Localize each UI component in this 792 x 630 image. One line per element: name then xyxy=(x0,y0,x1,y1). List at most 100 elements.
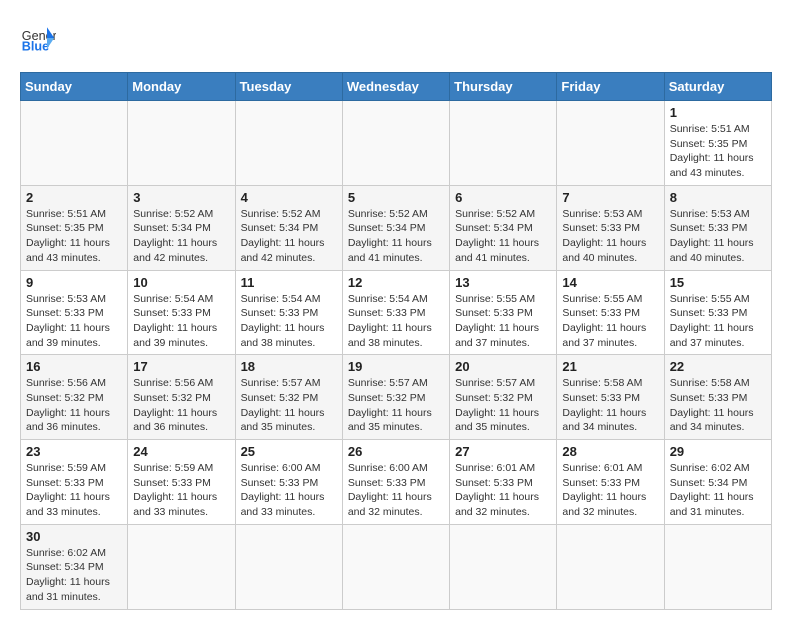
day-number: 3 xyxy=(133,190,229,205)
calendar-cell: 25 Sunrise: 6:00 AM Sunset: 5:33 PM Dayli… xyxy=(235,440,342,525)
day-number: 19 xyxy=(348,359,444,374)
calendar-cell: 10 Sunrise: 5:54 AM Sunset: 5:33 PM Dayli… xyxy=(128,270,235,355)
calendar-cell xyxy=(21,101,128,186)
calendar-cell: 24Sunrise: 5:59 AM Sunset: 5:33 PM Dayli… xyxy=(128,440,235,525)
calendar-cell: 20Sunrise: 5:57 AM Sunset: 5:32 PM Dayli… xyxy=(450,355,557,440)
calendar-cell: 7 Sunrise: 5:53 AM Sunset: 5:33 PM Daylig… xyxy=(557,185,664,270)
calendar-table: SundayMondayTuesdayWednesdayThursdayFrid… xyxy=(20,72,772,610)
calendar-week-row: 2 Sunrise: 5:51 AM Sunset: 5:35 PM Daylig… xyxy=(21,185,772,270)
calendar-cell xyxy=(342,524,449,609)
calendar-cell: 4 Sunrise: 5:52 AM Sunset: 5:34 PM Daylig… xyxy=(235,185,342,270)
calendar-cell xyxy=(450,524,557,609)
weekday-header-wednesday: Wednesday xyxy=(342,73,449,101)
calendar-cell: 1Sunrise: 5:51 AM Sunset: 5:35 PM Daylig… xyxy=(664,101,771,186)
day-number: 14 xyxy=(562,275,658,290)
day-info: Sunrise: 5:54 AM Sunset: 5:33 PM Dayligh… xyxy=(133,292,229,351)
calendar-cell: 3 Sunrise: 5:52 AM Sunset: 5:34 PM Daylig… xyxy=(128,185,235,270)
day-number: 28 xyxy=(562,444,658,459)
calendar-cell xyxy=(664,524,771,609)
day-info: Sunrise: 6:00 AM Sunset: 5:33 PM Dayligh… xyxy=(348,461,444,520)
day-number: 17 xyxy=(133,359,229,374)
day-number: 27 xyxy=(455,444,551,459)
day-info: Sunrise: 5:52 AM Sunset: 5:34 PM Dayligh… xyxy=(133,207,229,266)
calendar-cell: 21Sunrise: 5:58 AM Sunset: 5:33 PM Dayli… xyxy=(557,355,664,440)
day-number: 2 xyxy=(26,190,122,205)
day-number: 13 xyxy=(455,275,551,290)
calendar-week-row: 1Sunrise: 5:51 AM Sunset: 5:35 PM Daylig… xyxy=(21,101,772,186)
day-info: Sunrise: 5:55 AM Sunset: 5:33 PM Dayligh… xyxy=(562,292,658,351)
day-info: Sunrise: 5:55 AM Sunset: 5:33 PM Dayligh… xyxy=(455,292,551,351)
day-info: Sunrise: 5:53 AM Sunset: 5:33 PM Dayligh… xyxy=(562,207,658,266)
day-number: 5 xyxy=(348,190,444,205)
weekday-header-tuesday: Tuesday xyxy=(235,73,342,101)
calendar-cell xyxy=(235,101,342,186)
day-info: Sunrise: 6:02 AM Sunset: 5:34 PM Dayligh… xyxy=(670,461,766,520)
day-number: 9 xyxy=(26,275,122,290)
day-info: Sunrise: 5:57 AM Sunset: 5:32 PM Dayligh… xyxy=(348,376,444,435)
day-info: Sunrise: 5:51 AM Sunset: 5:35 PM Dayligh… xyxy=(670,122,766,181)
calendar-cell xyxy=(557,101,664,186)
calendar-cell xyxy=(235,524,342,609)
calendar-cell: 18 Sunrise: 5:57 AM Sunset: 5:32 PM Dayli… xyxy=(235,355,342,440)
calendar-cell: 30 Sunrise: 6:02 AM Sunset: 5:34 PM Dayli… xyxy=(21,524,128,609)
day-info: Sunrise: 5:52 AM Sunset: 5:34 PM Dayligh… xyxy=(348,207,444,266)
calendar-week-row: 30 Sunrise: 6:02 AM Sunset: 5:34 PM Dayli… xyxy=(21,524,772,609)
calendar-cell: 17 Sunrise: 5:56 AM Sunset: 5:32 PM Dayli… xyxy=(128,355,235,440)
day-info: Sunrise: 5:51 AM Sunset: 5:35 PM Dayligh… xyxy=(26,207,122,266)
calendar-cell: 6Sunrise: 5:52 AM Sunset: 5:34 PM Daylig… xyxy=(450,185,557,270)
day-number: 6 xyxy=(455,190,551,205)
weekday-header-friday: Friday xyxy=(557,73,664,101)
calendar-cell: 15Sunrise: 5:55 AM Sunset: 5:33 PM Dayli… xyxy=(664,270,771,355)
calendar-cell xyxy=(557,524,664,609)
day-number: 10 xyxy=(133,275,229,290)
calendar-cell: 12 Sunrise: 5:54 AM Sunset: 5:33 PM Dayli… xyxy=(342,270,449,355)
day-info: Sunrise: 6:02 AM Sunset: 5:34 PM Dayligh… xyxy=(26,546,122,605)
day-info: Sunrise: 5:54 AM Sunset: 5:33 PM Dayligh… xyxy=(241,292,337,351)
day-info: Sunrise: 5:53 AM Sunset: 5:33 PM Dayligh… xyxy=(670,207,766,266)
day-number: 26 xyxy=(348,444,444,459)
calendar-cell: 9Sunrise: 5:53 AM Sunset: 5:33 PM Daylig… xyxy=(21,270,128,355)
weekday-header-sunday: Sunday xyxy=(21,73,128,101)
day-number: 23 xyxy=(26,444,122,459)
day-info: Sunrise: 5:54 AM Sunset: 5:33 PM Dayligh… xyxy=(348,292,444,351)
day-info: Sunrise: 6:01 AM Sunset: 5:33 PM Dayligh… xyxy=(455,461,551,520)
calendar-cell: 26 Sunrise: 6:00 AM Sunset: 5:33 PM Dayli… xyxy=(342,440,449,525)
calendar-cell: 8Sunrise: 5:53 AM Sunset: 5:33 PM Daylig… xyxy=(664,185,771,270)
day-info: Sunrise: 5:57 AM Sunset: 5:32 PM Dayligh… xyxy=(455,376,551,435)
day-number: 30 xyxy=(26,529,122,544)
day-info: Sunrise: 6:00 AM Sunset: 5:33 PM Dayligh… xyxy=(241,461,337,520)
day-info: Sunrise: 5:56 AM Sunset: 5:32 PM Dayligh… xyxy=(133,376,229,435)
calendar-cell: 16 Sunrise: 5:56 AM Sunset: 5:32 PM Dayli… xyxy=(21,355,128,440)
day-info: Sunrise: 5:56 AM Sunset: 5:32 PM Dayligh… xyxy=(26,376,122,435)
calendar-cell: 11 Sunrise: 5:54 AM Sunset: 5:33 PM Dayli… xyxy=(235,270,342,355)
day-info: Sunrise: 5:59 AM Sunset: 5:33 PM Dayligh… xyxy=(133,461,229,520)
calendar-cell: 28Sunrise: 6:01 AM Sunset: 5:33 PM Dayli… xyxy=(557,440,664,525)
weekday-header-saturday: Saturday xyxy=(664,73,771,101)
day-info: Sunrise: 5:58 AM Sunset: 5:33 PM Dayligh… xyxy=(670,376,766,435)
svg-text:Blue: Blue xyxy=(22,40,49,54)
weekday-header-thursday: Thursday xyxy=(450,73,557,101)
calendar-header: SundayMondayTuesdayWednesdayThursdayFrid… xyxy=(21,73,772,101)
day-info: Sunrise: 5:57 AM Sunset: 5:32 PM Dayligh… xyxy=(241,376,337,435)
day-number: 25 xyxy=(241,444,337,459)
calendar-cell xyxy=(450,101,557,186)
day-number: 11 xyxy=(241,275,337,290)
calendar-week-row: 23 Sunrise: 5:59 AM Sunset: 5:33 PM Dayli… xyxy=(21,440,772,525)
calendar-cell: 23Sunrise: 5:59 AM Sunset: 5:33 PM Dayli… xyxy=(21,440,128,525)
calendar-cell: 13 Sunrise: 5:55 AM Sunset: 5:33 PM Dayli… xyxy=(450,270,557,355)
day-info: Sunrise: 5:55 AM Sunset: 5:33 PM Dayligh… xyxy=(670,292,766,351)
calendar-cell xyxy=(128,524,235,609)
day-number: 4 xyxy=(241,190,337,205)
day-number: 12 xyxy=(348,275,444,290)
weekday-header-row: SundayMondayTuesdayWednesdayThursdayFrid… xyxy=(21,73,772,101)
weekday-header-monday: Monday xyxy=(128,73,235,101)
calendar-cell: 29Sunrise: 6:02 AM Sunset: 5:34 PM Dayli… xyxy=(664,440,771,525)
calendar-cell: 27 Sunrise: 6:01 AM Sunset: 5:33 PM Dayli… xyxy=(450,440,557,525)
calendar-cell xyxy=(342,101,449,186)
day-number: 16 xyxy=(26,359,122,374)
day-number: 7 xyxy=(562,190,658,205)
logo-icon: General Blue xyxy=(20,20,56,56)
calendar-cell: 22Sunrise: 5:58 AM Sunset: 5:33 PM Dayli… xyxy=(664,355,771,440)
day-info: Sunrise: 5:52 AM Sunset: 5:34 PM Dayligh… xyxy=(241,207,337,266)
day-number: 18 xyxy=(241,359,337,374)
